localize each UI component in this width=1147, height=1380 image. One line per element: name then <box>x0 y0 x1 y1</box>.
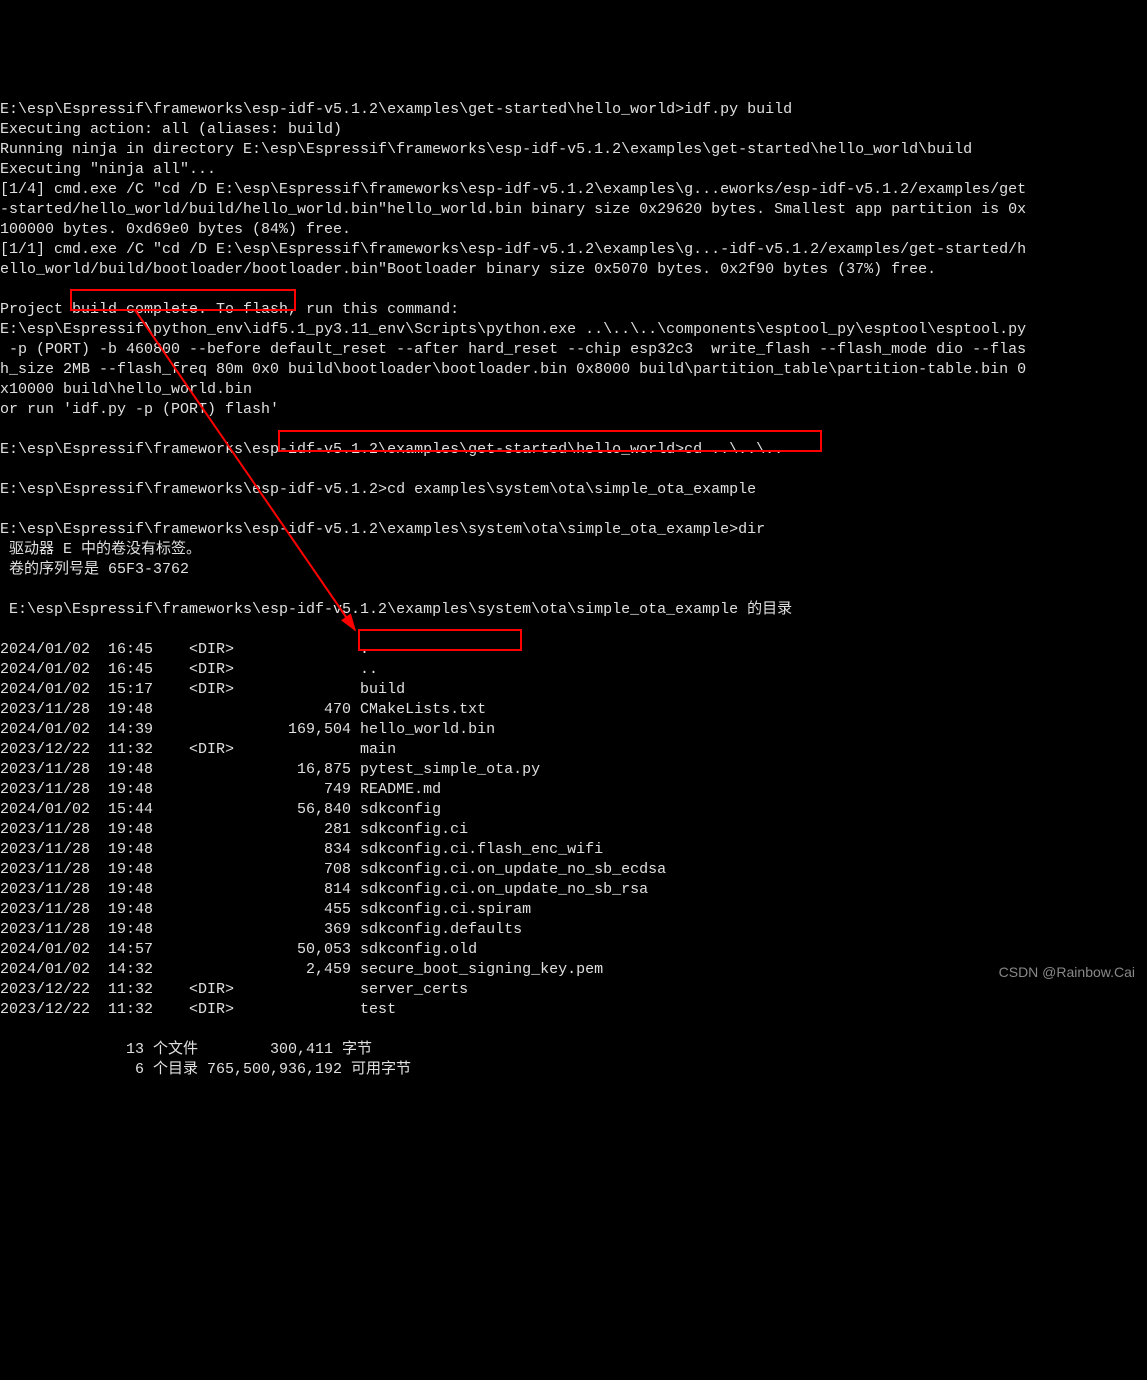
output-line: ello_world/build/bootloader/bootloader.b… <box>0 261 936 278</box>
output-line: [1/1] cmd.exe /C "cd /D E:\esp\Espressif… <box>0 241 1026 258</box>
output-line: Executing action: all (aliases: build) <box>0 121 342 138</box>
output-line: or run 'idf.py -p (PORT) flash' <box>0 401 279 418</box>
list-item: 2024/01/02 16:45 <DIR> . 2024/01/02 16:4… <box>0 641 666 1018</box>
output-line: E:\esp\Espressif\python_env\idf5.1_py3.1… <box>0 321 1026 338</box>
summary-dirs: 6 个目录 765,500,936,192 可用字节 <box>0 1061 411 1078</box>
terminal-output[interactable]: E:\esp\Espressif\frameworks\esp-idf-v5.1… <box>0 80 1147 1080</box>
output-line: E:\esp\Espressif\frameworks\esp-idf-v5.1… <box>0 101 792 118</box>
output-line: h_size 2MB --flash_freq 80m 0x0 build\bo… <box>0 361 1026 378</box>
output-line: 100000 bytes. 0xd69e0 bytes (84%) free. <box>0 221 351 238</box>
output-line: -p (PORT) -b 460800 --before default_res… <box>0 341 1026 358</box>
output-line: x10000 build\hello_world.bin <box>0 381 252 398</box>
directory-listing: 2024/01/02 16:45 <DIR> . 2024/01/02 16:4… <box>0 640 1147 1020</box>
output-line: [1/4] cmd.exe /C "cd /D E:\esp\Espressif… <box>0 181 1026 198</box>
watermark: CSDN @Rainbow.Cai <box>999 962 1135 982</box>
output-line: E:\esp\Espressif\frameworks\esp-idf-v5.1… <box>0 601 792 618</box>
output-line: E:\esp\Espressif\frameworks\esp-idf-v5.1… <box>0 521 765 538</box>
summary-files: 13 个文件 300,411 字节 <box>0 1041 372 1058</box>
output-line: E:\esp\Espressif\frameworks\esp-idf-v5.1… <box>0 441 783 458</box>
output-line: Running ninja in directory E:\esp\Espres… <box>0 141 972 158</box>
output-line: Executing "ninja all"... <box>0 161 216 178</box>
output-line: Project build complete. To flash, run th… <box>0 301 459 318</box>
output-line: E:\esp\Espressif\frameworks\esp-idf-v5.1… <box>0 481 756 498</box>
output-line: 卷的序列号是 65F3-3762 <box>0 561 189 578</box>
output-line: 驱动器 E 中的卷没有标签。 <box>0 541 201 558</box>
output-line: -started/hello_world/build/hello_world.b… <box>0 201 1026 218</box>
